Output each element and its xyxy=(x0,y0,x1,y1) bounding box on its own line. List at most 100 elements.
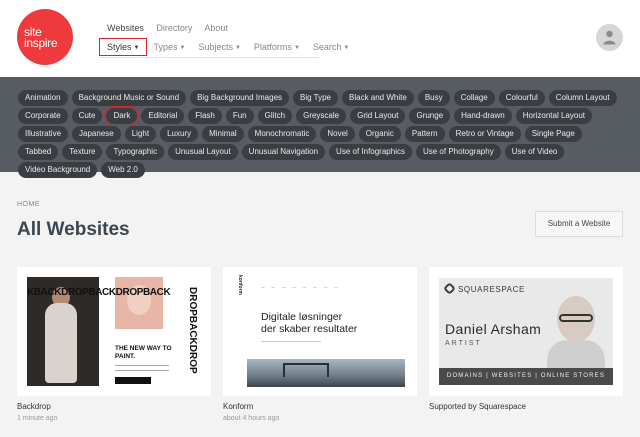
filter-subjects[interactable]: Subjects ▼ xyxy=(198,42,240,52)
filter-nav: Styles ▼ Types ▼ Subjects ▼ Platforms ▼ Sear… xyxy=(99,38,362,56)
preview-text-lines xyxy=(261,341,321,345)
tag-organic[interactable]: Organic xyxy=(358,126,401,142)
tag-use-of-photography[interactable]: Use of Photography xyxy=(415,144,501,160)
tag-background-music-or-sound[interactable]: Background Music or Sound xyxy=(71,90,187,106)
site-card-konform[interactable]: konform — — — — — — — — Digitale løsning… xyxy=(223,267,417,396)
tag-novel[interactable]: Novel xyxy=(320,126,355,142)
preview-photo xyxy=(247,359,405,387)
filter-platforms-label: Platforms xyxy=(253,42,292,52)
tag-unusual-navigation[interactable]: Unusual Navigation xyxy=(241,144,326,160)
card-title[interactable]: Supported by Squarespace xyxy=(429,402,526,411)
tag-fun[interactable]: Fun xyxy=(225,108,254,124)
preview-headline: Digitale løsninger der skaber resultater xyxy=(261,311,357,335)
card-title[interactable]: Konform xyxy=(223,402,253,411)
tag-minimal[interactable]: Minimal xyxy=(202,126,244,142)
tag-monochromatic[interactable]: Monochromatic xyxy=(247,126,317,142)
site-card-squarespace[interactable]: SQUARESPACE Daniel Arsham ARTIST DOMAINS… xyxy=(429,267,623,396)
submit-website-button[interactable]: Submit a Website xyxy=(535,211,623,237)
tag-grunge[interactable]: Grunge xyxy=(409,108,451,124)
preview-vertical-text: DROPBACKDROP xyxy=(187,287,198,374)
preview-person-role: ARTIST xyxy=(445,340,482,347)
filter-subjects-label: Subjects xyxy=(198,42,233,52)
siteinspire-logo[interactable]: site inspire xyxy=(17,9,73,65)
preview-button xyxy=(115,377,151,384)
preview-text-lines xyxy=(115,365,169,371)
chevron-down-icon: ▼ xyxy=(293,45,300,51)
card-preview: konform — — — — — — — — Digitale løsning… xyxy=(237,273,405,390)
nav-about[interactable]: About xyxy=(204,23,228,33)
user-icon xyxy=(603,30,616,45)
nav-websites[interactable]: Websites xyxy=(107,23,144,33)
tag-texture[interactable]: Texture xyxy=(62,144,103,160)
page-title: All Websites xyxy=(17,219,130,240)
preview-headline-line-2: der skaber resultater xyxy=(261,323,358,335)
preview-headline: THE NEW WAY TO PAINT. xyxy=(115,345,172,360)
preview-headline-line-1: Digitale løsninger xyxy=(261,311,343,323)
tag-use-of-video[interactable]: Use of Video xyxy=(504,144,565,160)
chevron-down-icon: ▼ xyxy=(343,45,350,51)
style-tags: Animation Background Music or Sound Big Ba… xyxy=(0,77,640,178)
tag-unusual-layout[interactable]: Unusual Layout xyxy=(168,144,238,160)
tag-luxury[interactable]: Luxury xyxy=(160,126,199,142)
tag-retro-or-vintage[interactable]: Retro or Vintage xyxy=(448,126,521,142)
tag-big-background-images[interactable]: Big Background Images xyxy=(190,90,290,106)
tag-pattern[interactable]: Pattern xyxy=(404,126,445,142)
tag-big-type[interactable]: Big Type xyxy=(293,90,338,106)
filter-search[interactable]: Search ▼ xyxy=(313,42,349,52)
tag-video-background[interactable]: Video Background xyxy=(18,162,98,178)
squarespace-logo: SQUARESPACE xyxy=(443,282,525,295)
preview-portrait xyxy=(547,290,605,374)
tag-busy[interactable]: Busy xyxy=(417,90,450,106)
tag-illustrative[interactable]: Illustrative xyxy=(18,126,69,142)
preview-bar: DOMAINS | WEBSITES | ONLINE STORES xyxy=(439,368,613,385)
tag-horizontal-layout[interactable]: Horizontal Layout xyxy=(515,108,592,124)
preview-menu: — — — — — — — — xyxy=(261,285,338,289)
tag-column-layout[interactable]: Column Layout xyxy=(548,90,617,106)
tag-typographic[interactable]: Typographic xyxy=(106,144,165,160)
tag-black-and-white[interactable]: Black and White xyxy=(342,90,414,106)
tag-light[interactable]: Light xyxy=(124,126,157,142)
chevron-down-icon: ▼ xyxy=(133,45,140,51)
tag-colourful[interactable]: Colourful xyxy=(498,90,545,106)
tag-japanese[interactable]: Japanese xyxy=(72,126,121,142)
filter-styles-label: Styles xyxy=(107,42,132,52)
filter-types[interactable]: Types ▼ xyxy=(153,42,185,52)
squarespace-icon xyxy=(443,282,456,295)
tag-collage[interactable]: Collage xyxy=(453,90,495,106)
filter-search-label: Search xyxy=(312,42,342,52)
user-avatar[interactable] xyxy=(596,24,623,51)
top-nav: Websites Directory About xyxy=(107,23,238,33)
chevron-down-icon: ▼ xyxy=(234,45,241,51)
card-timestamp: 1 minute ago xyxy=(17,415,58,422)
preview-brand: SQUARESPACE xyxy=(458,285,525,294)
tag-web-2-0[interactable]: Web 2.0 xyxy=(101,162,145,178)
tag-grid-layout[interactable]: Grid Layout xyxy=(350,108,406,124)
preview-person-name: Daniel Arsham xyxy=(445,321,542,337)
site-header: site inspire Websites Directory About St… xyxy=(0,0,640,77)
tag-editorial[interactable]: Editorial xyxy=(141,108,185,124)
tag-flash[interactable]: Flash xyxy=(188,108,222,124)
chevron-down-icon: ▼ xyxy=(179,45,186,51)
filter-styles[interactable]: Styles ▼ xyxy=(99,38,148,56)
preview-logo: konform xyxy=(237,275,243,295)
tag-corporate[interactable]: Corporate xyxy=(18,108,68,124)
nav-directory[interactable]: Directory xyxy=(156,23,192,33)
card-preview: SQUARESPACE Daniel Arsham ARTIST DOMAINS… xyxy=(439,278,613,385)
site-card-backdrop[interactable]: KBACKDROPBACKDROPBACK DROPBACKDROP THE N… xyxy=(17,267,211,396)
preview-photo xyxy=(115,277,163,329)
card-timestamp: about 4 hours ago xyxy=(223,415,280,422)
card-title[interactable]: Backdrop xyxy=(17,402,51,411)
tag-tabbed[interactable]: Tabbed xyxy=(18,144,59,160)
tag-glitch[interactable]: Glitch xyxy=(257,108,293,124)
tag-greyscale[interactable]: Greyscale xyxy=(296,108,347,124)
card-preview: KBACKDROPBACKDROPBACK DROPBACKDROP THE N… xyxy=(27,277,201,386)
tag-animation[interactable]: Animation xyxy=(18,90,68,106)
tag-dark[interactable]: Dark xyxy=(104,106,140,126)
breadcrumb[interactable]: HOME xyxy=(17,201,40,208)
tag-hand-drawn[interactable]: Hand-drawn xyxy=(454,108,512,124)
nav-divider xyxy=(99,57,319,58)
filter-platforms[interactable]: Platforms ▼ xyxy=(254,42,300,52)
tag-use-of-infographics[interactable]: Use of Infographics xyxy=(329,144,412,160)
tag-cute[interactable]: Cute xyxy=(71,108,103,124)
tag-single-page[interactable]: Single Page xyxy=(524,126,582,142)
